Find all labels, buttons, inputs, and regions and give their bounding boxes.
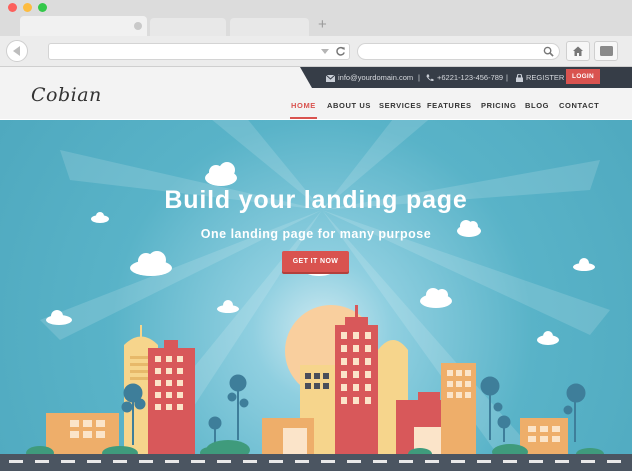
road-marking (555, 460, 569, 463)
hero-subtitle: One landing page for many purpose (200, 227, 432, 241)
address-bar[interactable] (48, 43, 350, 60)
cloud (420, 288, 452, 308)
nav-item-services[interactable]: SERVICES (379, 101, 422, 110)
road-marking (61, 460, 75, 463)
road-marking (529, 460, 543, 463)
road-marking (347, 460, 361, 463)
road-marking (581, 460, 595, 463)
road-marking (503, 460, 517, 463)
topbar-separator: | (418, 73, 420, 82)
nav-active-indicator (290, 117, 317, 119)
search-bar[interactable] (357, 43, 560, 60)
reload-icon[interactable] (335, 46, 346, 57)
road-marking (269, 460, 283, 463)
cloud (130, 251, 172, 276)
phone-link[interactable]: +6221-123-456-789 (426, 73, 503, 83)
road-marking (139, 460, 153, 463)
cloud (217, 300, 239, 313)
browser-toolbar (0, 36, 632, 67)
road-marking (9, 460, 23, 463)
road-marking (113, 460, 127, 463)
road-marking (35, 460, 49, 463)
road-marking (451, 460, 465, 463)
nav-item-about-us[interactable]: ABOUT US (327, 101, 371, 110)
minimize-window-button[interactable] (23, 3, 32, 12)
register-link[interactable]: REGISTER (516, 73, 564, 83)
cloud (573, 258, 595, 271)
dropdown-icon[interactable] (321, 49, 329, 55)
road-marking (191, 460, 205, 463)
topbar-separator: | (506, 73, 508, 82)
road-marking (87, 460, 101, 463)
hero-title: Build your landing page (164, 186, 468, 214)
cloud (537, 331, 559, 345)
phone-icon (426, 74, 434, 82)
nav-item-blog[interactable]: BLOG (525, 101, 549, 110)
browser-tab-active[interactable] (20, 16, 147, 36)
road-marking (399, 460, 413, 463)
extension-button[interactable] (594, 41, 618, 61)
road-marking (217, 460, 231, 463)
email-link[interactable]: info@yourdomain.com (326, 73, 413, 83)
phone-text: +6221-123-456-789 (437, 73, 504, 82)
get-it-now-button[interactable]: GET IT NOW (282, 251, 349, 272)
back-button[interactable] (6, 40, 28, 62)
new-tab-button[interactable]: + (318, 16, 327, 34)
nav-item-contact[interactable]: CONTACT (559, 101, 599, 110)
road-marking (295, 460, 309, 463)
extension-icon (600, 46, 613, 56)
login-button[interactable]: LOGIN (566, 69, 600, 84)
lock-icon (516, 74, 523, 83)
hero-illustration (26, 120, 610, 458)
road-marking (373, 460, 387, 463)
site-logo[interactable]: Cobian (31, 84, 102, 106)
nav-item-features[interactable]: FEATURES (427, 101, 472, 110)
browser-tab[interactable] (150, 18, 226, 36)
email-text: info@yourdomain.com (338, 73, 414, 82)
road-marking (425, 460, 439, 463)
nav-item-home[interactable]: HOME (291, 101, 316, 110)
road-marking (165, 460, 179, 463)
road-marking (321, 460, 335, 463)
road-marking (243, 460, 257, 463)
browser-window: + info@yourdomain.com | +6221-123-456-78… (0, 0, 632, 471)
close-tab-icon[interactable] (134, 22, 142, 30)
nav-item-pricing[interactable]: PRICING (481, 101, 516, 110)
road-marking (477, 460, 491, 463)
envelope-icon (326, 74, 335, 82)
search-icon[interactable] (543, 46, 554, 57)
cloud (205, 162, 237, 186)
home-icon (573, 46, 583, 56)
register-text: REGISTER (526, 73, 565, 82)
close-window-button[interactable] (8, 3, 17, 12)
home-button[interactable] (566, 41, 590, 61)
maximize-window-button[interactable] (38, 3, 47, 12)
road-marking (607, 460, 621, 463)
browser-tab[interactable] (230, 18, 309, 36)
browser-titlebar: + (0, 0, 632, 36)
